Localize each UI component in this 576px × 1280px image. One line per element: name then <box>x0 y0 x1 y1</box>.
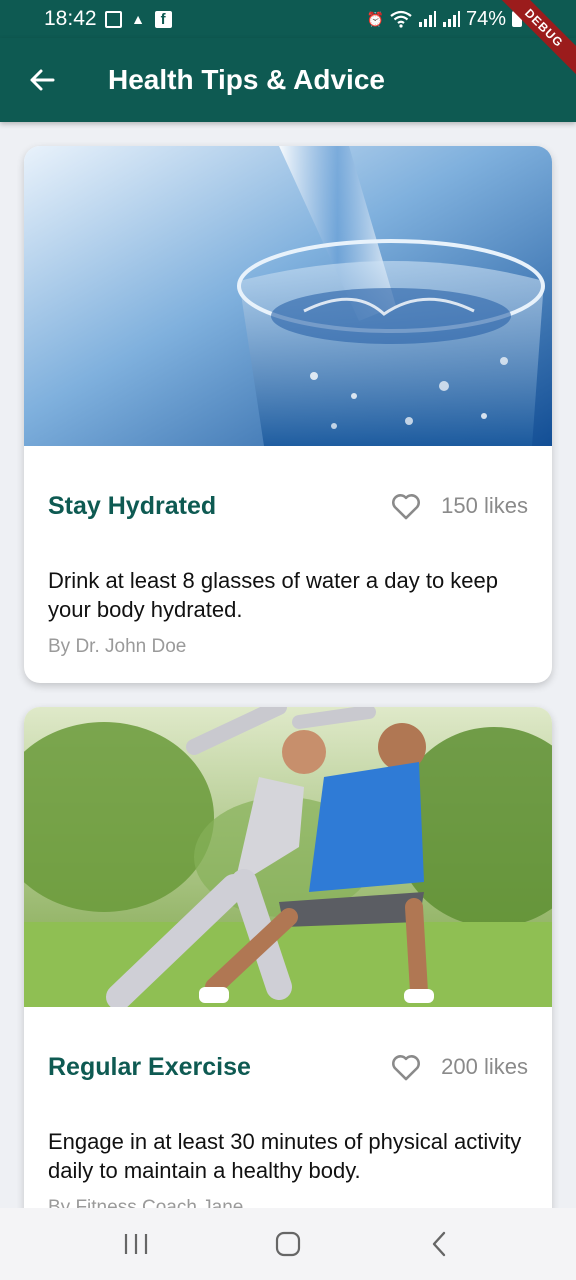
image-icon <box>104 10 122 28</box>
heart-icon <box>392 494 421 520</box>
exercise-photo <box>24 707 552 1007</box>
wifi-icon <box>390 10 412 28</box>
heart-icon <box>392 1055 421 1081</box>
tips-list[interactable]: Stay Hydrated 150 likes Drink at least 8… <box>0 122 576 1208</box>
app-bar: Health Tips & Advice <box>0 38 576 122</box>
tip-card[interactable]: Regular Exercise 200 likes Engage in at … <box>24 707 552 1208</box>
likes-count: 200 likes <box>441 1054 528 1079</box>
facebook-icon: f <box>154 10 172 28</box>
upload-icon: ▲ <box>131 11 145 27</box>
home-icon <box>275 1231 301 1257</box>
likes-count: 150 likes <box>441 493 528 518</box>
status-bar: 18:42 ▲ f ⏰ 74% <box>0 0 576 38</box>
like-button[interactable]: 150 likes <box>389 489 528 523</box>
arrow-left-icon <box>30 69 55 91</box>
tip-card[interactable]: Stay Hydrated 150 likes Drink at least 8… <box>24 146 552 683</box>
back-nav-button[interactable] <box>410 1214 470 1274</box>
tip-title: Stay Hydrated <box>48 491 217 520</box>
system-nav-bar <box>0 1208 576 1280</box>
tip-author: By Fitness Coach Jane <box>48 1197 244 1208</box>
tip-title: Regular Exercise <box>48 1052 251 1081</box>
like-button[interactable]: 200 likes <box>389 1050 528 1084</box>
status-time: 18:42 <box>44 7 97 30</box>
signal-icon <box>418 11 436 27</box>
recent-apps-button[interactable] <box>106 1214 166 1274</box>
tip-description: Engage in at least 30 minutes of physica… <box>48 1129 522 1183</box>
tip-author: By Dr. John Doe <box>48 636 187 657</box>
back-icon <box>432 1231 446 1257</box>
back-button[interactable] <box>0 38 84 122</box>
water-glass-photo <box>24 146 552 446</box>
home-button[interactable] <box>258 1214 318 1274</box>
signal-icon <box>442 11 460 27</box>
recent-apps-icon <box>124 1234 148 1254</box>
tip-description: Drink at least 8 glasses of water a day … <box>48 568 499 622</box>
battery-percent: 74% <box>465 7 506 30</box>
alarm-icon: ⏰ <box>366 10 385 27</box>
page-title: Health Tips & Advice <box>108 64 385 95</box>
